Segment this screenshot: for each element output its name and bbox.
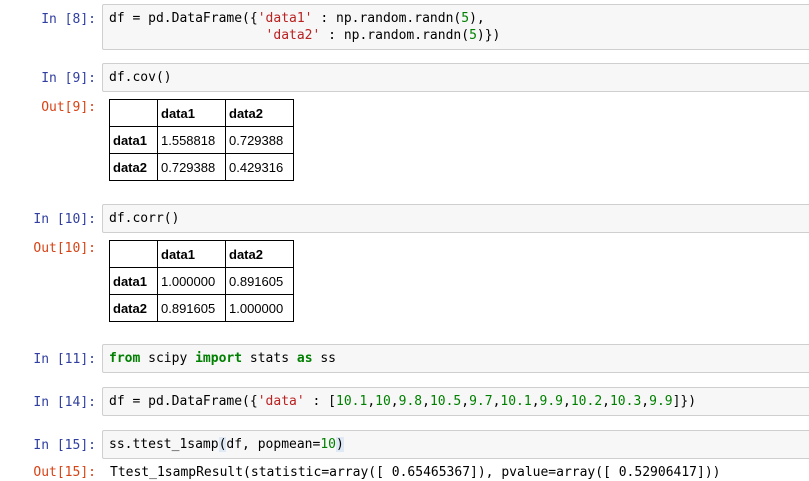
code-token: 9.9 — [649, 394, 673, 409]
table-header-row: data1 data2 — [109, 99, 294, 127]
code-token: 10.1 — [500, 394, 532, 409]
code-input[interactable]: ss.ttest_1samp(df, popmean=10) — [102, 430, 809, 459]
code-line: df = pd.DataFrame({'data' : [10.1,10,9.8… — [109, 393, 804, 410]
cov-table: data1 data2 data1 1.558818 0.729388 data2 0.72… — [109, 99, 294, 181]
code-token: , — [390, 394, 399, 409]
code-token: : np.random.randn( — [312, 11, 462, 26]
code-line: ss.ttest_1samp(df, popmean=10) — [109, 436, 804, 453]
code-token: , — [422, 394, 430, 409]
table-cell: 0.729388 — [225, 126, 294, 154]
code-token: scipy — [140, 351, 196, 366]
table-header-row: data1 data2 — [109, 240, 294, 268]
code-token: ss — [312, 351, 337, 366]
code-token: import — [195, 351, 243, 366]
table-cell: 0.429316 — [225, 153, 294, 181]
code-token: : [ — [304, 394, 337, 409]
table-cell: 1.000000 — [157, 267, 226, 295]
table-cell: 1.000000 — [225, 294, 294, 322]
code-token: 10.3 — [609, 394, 642, 409]
code-token: , — [602, 394, 610, 409]
output-prompt: Out[15]: — [33, 465, 96, 480]
code-token: df = pd.DataFrame({ — [109, 394, 258, 409]
code-token: , — [531, 394, 540, 409]
code-token: )}) — [476, 28, 501, 43]
code-line: 'data2' : np.random.randn(5)}) — [109, 27, 804, 44]
code-token: , — [641, 394, 650, 409]
code-token: 10.1 — [336, 394, 368, 409]
code-token: df.cov() — [109, 70, 172, 85]
output-prompt: Out[9]: — [41, 100, 96, 115]
input-prompt: In [10]: — [33, 212, 96, 227]
row-header: data2 — [109, 153, 158, 181]
code-token: 5 — [461, 11, 470, 26]
row-header: data2 — [109, 294, 158, 322]
corr-table: data1 data2 data1 1.000000 0.891605 data2 0.89… — [109, 240, 294, 322]
code-token: 'data1' — [257, 11, 313, 26]
table-cell: 0.891605 — [157, 294, 226, 322]
input-prompt: In [8]: — [41, 12, 96, 27]
code-token: from — [109, 351, 141, 366]
column-header: data1 — [157, 240, 226, 268]
code-token: , — [367, 394, 376, 409]
input-prompt: In [9]: — [41, 71, 96, 86]
code-token: 'data' — [257, 394, 305, 409]
code-token: 10 — [320, 437, 336, 452]
code-token: df.corr() — [109, 211, 180, 226]
code-token: 'data2' — [265, 28, 321, 43]
input-prompt: In [14]: — [33, 395, 96, 410]
code-token: , — [461, 394, 470, 409]
input-prompt: In [15]: — [33, 438, 96, 453]
code-token: df, popmean= — [226, 437, 321, 452]
row-header: data1 — [109, 126, 158, 154]
code-token: 10.5 — [429, 394, 462, 409]
code-input[interactable]: df = pd.DataFrame({'data' : [10.1,10,9.8… — [102, 387, 809, 416]
code-line: df = pd.DataFrame({'data1' : np.random.r… — [109, 10, 804, 27]
table-row: data1 1.000000 0.891605 — [109, 267, 294, 295]
code-token: ]}) — [672, 394, 697, 409]
code-token: 10 — [375, 394, 391, 409]
code-input[interactable]: df = pd.DataFrame({'data1' : np.random.r… — [102, 4, 809, 50]
input-prompt: In [11]: — [33, 352, 96, 367]
code-token: 9.9 — [539, 394, 564, 409]
code-token: 9.8 — [398, 394, 423, 409]
code-input[interactable]: df.corr() — [102, 204, 809, 233]
column-header: data2 — [225, 99, 294, 127]
column-header: data1 — [157, 99, 226, 127]
table-row: data2 0.891605 1.000000 — [109, 294, 294, 322]
code-input[interactable]: df.cov() — [102, 63, 809, 92]
code-token: 5 — [469, 28, 477, 43]
code-token: ), — [469, 11, 485, 26]
table-row: data2 0.729388 0.429316 — [109, 153, 294, 181]
output-prompt: Out[10]: — [33, 241, 96, 256]
code-token: 10.2 — [570, 394, 603, 409]
code-token: stats — [242, 351, 297, 366]
column-header: data2 — [225, 240, 294, 268]
code-token: ) — [335, 437, 344, 452]
code-token: as — [296, 351, 313, 366]
table-cell: 0.891605 — [225, 267, 294, 295]
code-token: 9.7 — [469, 394, 493, 409]
output-text: Ttest_1sampResult(statistic=array([ 0.65… — [110, 465, 721, 480]
column-header — [109, 240, 158, 268]
code-token: : np.random.randn( — [320, 28, 470, 43]
code-line: df.cov() — [109, 69, 804, 86]
row-header: data1 — [109, 267, 158, 295]
code-token: ss.ttest_1samp — [109, 437, 219, 452]
table-cell: 1.558818 — [157, 126, 226, 154]
code-line: df.corr() — [109, 210, 804, 227]
column-header — [109, 99, 158, 127]
code-line: from scipy import stats as ss — [109, 350, 804, 367]
code-token: df = pd.DataFrame({ — [109, 11, 258, 26]
table-row: data1 1.558818 0.729388 — [109, 126, 294, 154]
code-input[interactable]: from scipy import stats as ss — [102, 344, 809, 373]
code-token: , — [563, 394, 571, 409]
table-cell: 0.729388 — [157, 153, 226, 181]
